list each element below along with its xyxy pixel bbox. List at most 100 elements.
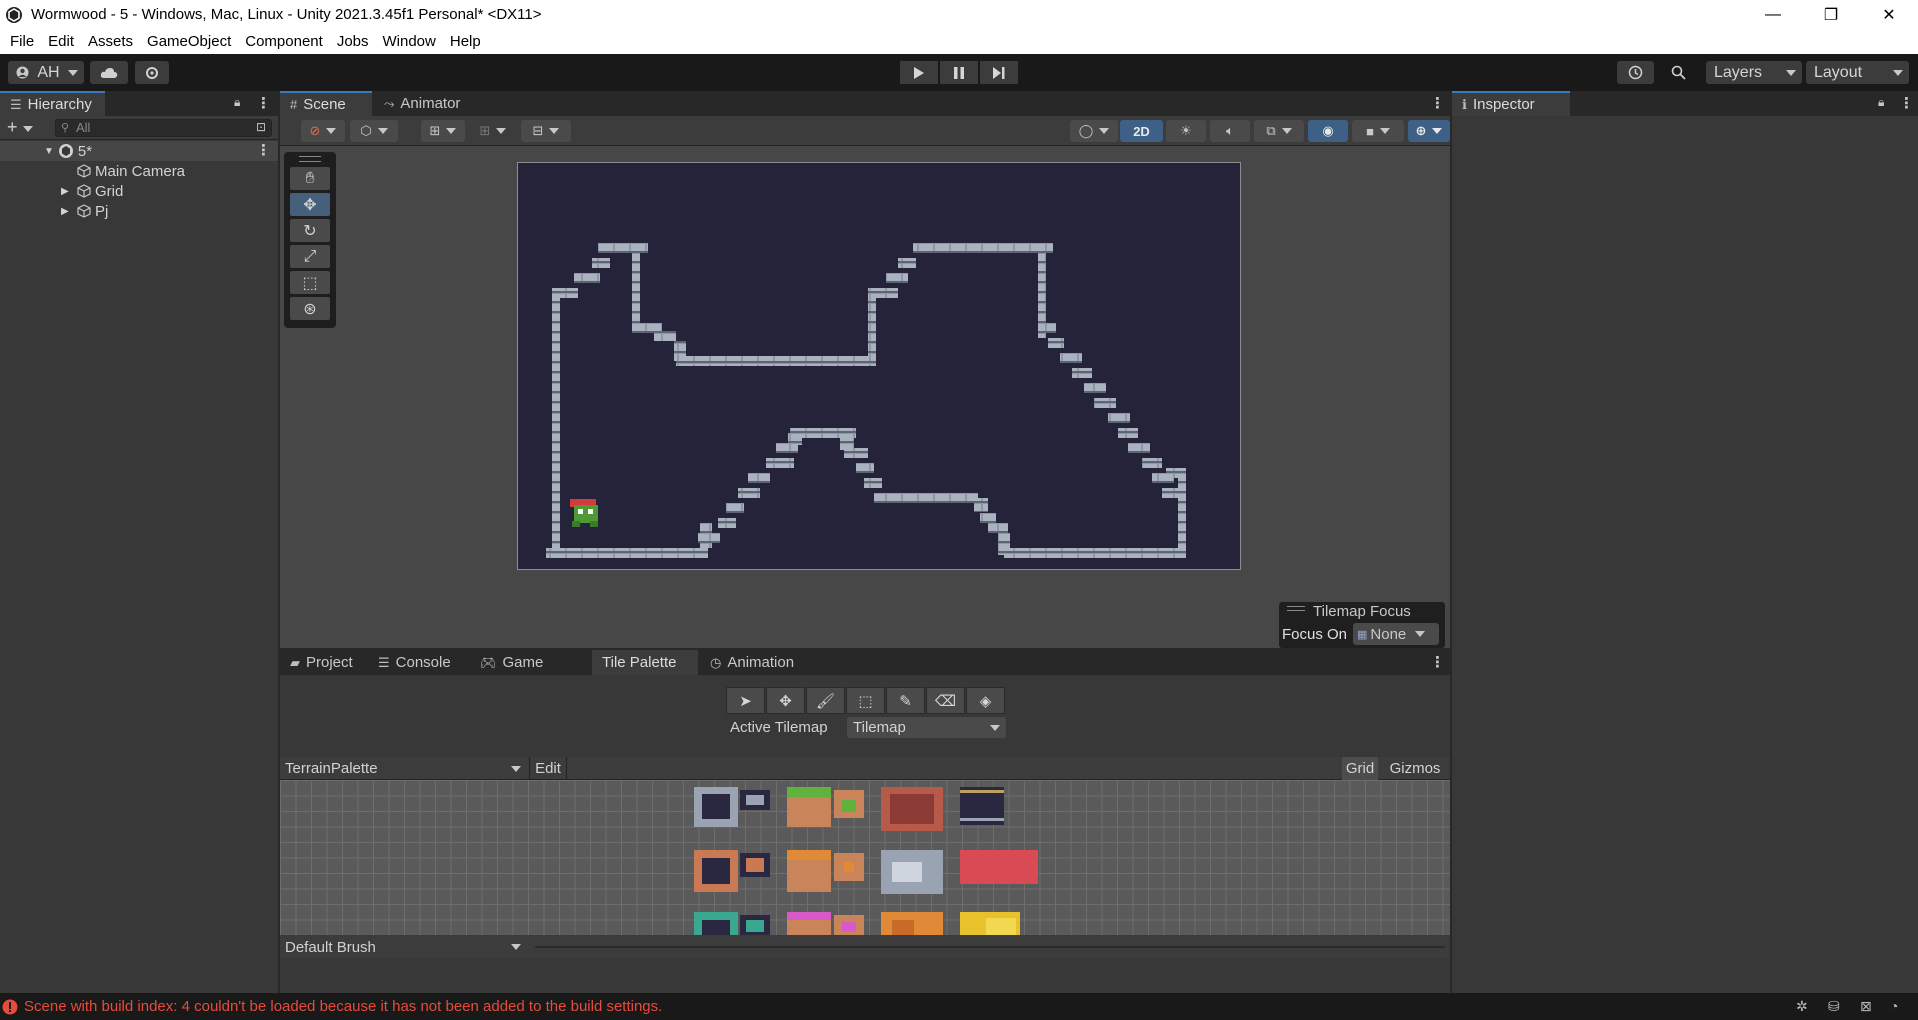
scene-visibility-toggle[interactable]: ◉ (1308, 120, 1348, 142)
palette-dropdown[interactable]: TerrainPalette (280, 757, 527, 780)
account-dropdown[interactable]: AH (8, 61, 84, 84)
step-button[interactable] (980, 61, 1018, 84)
debug-icon[interactable]: ✲ (1796, 998, 1808, 1015)
move-tool-button[interactable]: ✥ (766, 687, 805, 714)
tab-animator[interactable]: ⤳ Animator (374, 91, 474, 116)
scale-tool-button[interactable]: ⤢ (290, 245, 330, 268)
snap-grid-icon: ⊞ (479, 123, 491, 138)
hierarchy-search-input[interactable]: ⚲ All (55, 119, 272, 137)
hierarchy-item-grid[interactable]: ▶ Grid (0, 181, 278, 201)
search-options-icon[interactable]: ⊡ (256, 120, 266, 134)
view-tool-button[interactable]: ✋︎ (290, 167, 330, 190)
minimize-button[interactable]: — (1744, 0, 1802, 29)
hierarchy-item-main-camera[interactable]: Main Camera (0, 161, 278, 181)
focus-on-dropdown[interactable]: ▦ None (1353, 623, 1439, 645)
tab-animation[interactable]: ◷ Animation (700, 650, 812, 675)
active-tilemap-dropdown[interactable]: Tilemap (847, 717, 1006, 738)
add-icon[interactable]: + (7, 117, 18, 138)
erase-tool-button[interactable]: ⌫ (926, 687, 965, 714)
scene-menu-icon[interactable]: ⋮ (1430, 94, 1445, 112)
hierarchy-item-pj[interactable]: ▶ Pj (0, 201, 278, 221)
add-dropdown-icon[interactable] (23, 126, 33, 132)
layout-dropdown[interactable]: Layout (1806, 61, 1909, 84)
inspector-menu-icon[interactable]: ⋮ (1899, 94, 1914, 112)
move-tool-button[interactable]: ✥ (290, 193, 330, 216)
tilemap-level-drawing (546, 243, 1186, 558)
paint-tool-button[interactable]: 🖌︎ (806, 687, 845, 714)
step-icon (993, 66, 1005, 79)
hierarchy-menu-icon[interactable]: ⋮ (256, 94, 271, 112)
menu-window[interactable]: Window (376, 33, 443, 50)
menu-assets[interactable]: Assets (81, 33, 140, 50)
palette-edit-button[interactable]: Edit (529, 757, 567, 780)
undo-history-button[interactable] (1617, 61, 1654, 84)
select-tool-button[interactable]: ➤ (726, 687, 765, 714)
tile-palette-grid[interactable] (280, 780, 1450, 935)
expand-right-icon[interactable]: ▶ (61, 186, 77, 197)
menu-file[interactable]: File (3, 33, 41, 50)
collab-button[interactable] (135, 61, 169, 84)
transform-tool-button[interactable]: ⊛ (290, 297, 330, 320)
tab-hierarchy[interactable]: ☰ Hierarchy (0, 91, 105, 116)
tab-tile-palette[interactable]: Tile Palette (592, 650, 698, 675)
shading-mode-dropdown[interactable]: ◯ (1070, 120, 1118, 142)
tab-project-label: Project (306, 654, 353, 671)
fill-tool-button[interactable]: ◈ (966, 687, 1005, 714)
effects-icon: ⧉ (1266, 123, 1276, 138)
2d-mode-toggle[interactable]: 2D (1120, 120, 1163, 142)
increment-snap-dropdown[interactable]: ⊞ (472, 120, 514, 142)
rect-tool-button[interactable]: ⬚ (290, 271, 330, 294)
tab-console[interactable]: ☰ Console (368, 650, 468, 675)
expand-right-icon[interactable]: ▶ (61, 206, 77, 217)
pause-button[interactable] (940, 61, 978, 84)
layers-dropdown[interactable]: Layers (1706, 61, 1802, 84)
cloud-button[interactable] (90, 61, 128, 84)
lighting-toggle[interactable]: ☀ (1166, 120, 1206, 142)
menu-help[interactable]: Help (443, 33, 488, 50)
move-arrows-icon: ✥ (303, 196, 317, 214)
status-message[interactable]: Scene with build index: 4 couldn't be lo… (24, 998, 662, 1015)
menu-jobs[interactable]: Jobs (330, 33, 376, 50)
effects-dropdown[interactable]: ⧉ (1254, 120, 1304, 142)
close-button[interactable]: ✕ (1860, 0, 1918, 29)
tab-game[interactable]: 🎮︎ Game (470, 650, 556, 675)
tab-project[interactable]: ▰ Project (280, 650, 366, 675)
rotate-tool-button[interactable]: ↻ (290, 219, 330, 242)
grid-snap-dropdown[interactable]: ⊞ (421, 120, 465, 142)
brush-dropdown[interactable]: Default Brush (280, 935, 527, 959)
tab-scene[interactable]: # Scene (280, 91, 372, 116)
overlay-drag-handle[interactable] (299, 156, 321, 162)
search-button[interactable] (1660, 61, 1696, 84)
status-bar: Scene with build index: 4 couldn't be lo… (0, 993, 1918, 1020)
progress-icon[interactable]: ◔ (1890, 998, 1898, 1014)
expand-down-icon[interactable]: ▼ (44, 146, 54, 157)
camera-dropdown[interactable]: ■ (1352, 120, 1404, 142)
lock-icon[interactable]: 🔒︎ (234, 95, 240, 110)
brush-splitter[interactable] (535, 946, 1445, 948)
tool-handle-dropdown[interactable]: ⊘ (301, 120, 345, 142)
auto-generate-lighting-icon[interactable]: ⊠ (1860, 998, 1872, 1015)
gizmos-dropdown[interactable]: ⊕ (1408, 120, 1450, 142)
scene-menu-icon[interactable]: ⋮ (256, 141, 271, 159)
palette-grid-toggle[interactable]: Grid (1342, 757, 1378, 780)
picker-tool-button[interactable]: ✎ (886, 687, 925, 714)
bottom-menu-icon[interactable]: ⋮ (1430, 653, 1445, 671)
overlay-drag-handle[interactable] (1287, 606, 1305, 611)
hierarchy-scene-row[interactable]: ▼ 5* ⋮ (0, 141, 278, 161)
lock-icon[interactable]: 🔒︎ (1878, 95, 1884, 110)
align-dropdown[interactable]: ⊟ (521, 120, 571, 142)
camera-game-view (517, 162, 1241, 570)
box-fill-tool-button[interactable]: ⬚ (846, 687, 885, 714)
tab-inspector[interactable]: ℹ Inspector (1452, 91, 1570, 116)
cache-server-icon[interactable]: ⛁ (1828, 998, 1840, 1015)
menu-gameobject[interactable]: GameObject (140, 33, 238, 50)
palette-gizmos-toggle[interactable]: Gizmos (1380, 757, 1450, 780)
menu-component[interactable]: Component (238, 33, 330, 50)
audio-toggle[interactable]: 🔈︎ (1210, 120, 1250, 142)
scene-viewport[interactable]: ✋︎ ✥ ↻ ⤢ ⬚ ⊛ Tilemap Focus Focus On ▦ No… (280, 146, 1450, 648)
play-icon (914, 66, 924, 79)
maximize-button[interactable]: ❐ (1802, 0, 1860, 29)
menu-edit[interactable]: Edit (41, 33, 81, 50)
global-local-dropdown[interactable]: ⬡ (350, 120, 398, 142)
play-button[interactable] (900, 61, 938, 84)
